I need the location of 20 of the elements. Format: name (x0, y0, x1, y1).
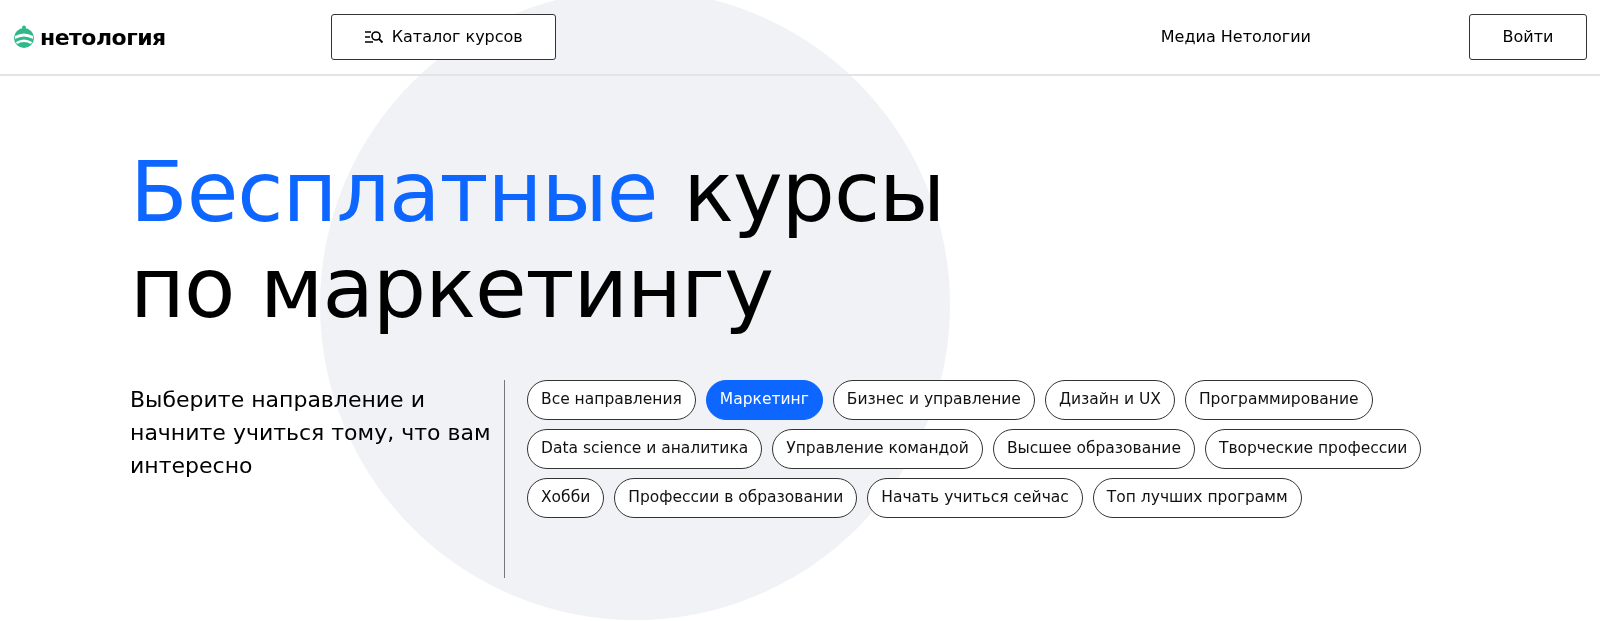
category-chip[interactable]: Бизнес и управление (832, 380, 1035, 420)
category-chip[interactable]: Data science и аналитика (527, 429, 763, 469)
category-chip[interactable]: Все направления (527, 380, 696, 420)
logo-icon (12, 25, 36, 49)
logo[interactable]: нетология (12, 20, 166, 54)
category-chip[interactable]: Начать учиться сейчас (867, 478, 1083, 518)
page-title: Бесплатные курсы по маркетингу (130, 144, 946, 336)
category-chip[interactable]: Маркетинг (705, 380, 823, 420)
login-button[interactable]: Войти (1469, 14, 1587, 60)
catalog-button[interactable]: Каталог курсов (330, 14, 556, 60)
category-chip[interactable]: Дизайн и UX (1044, 380, 1175, 420)
category-chip[interactable]: Творческие профессии (1204, 429, 1422, 469)
category-chip[interactable]: Топ лучших программ (1092, 478, 1302, 518)
category-chip[interactable]: Управление командой (772, 429, 983, 469)
category-chip[interactable]: Профессии в образовании (614, 478, 858, 518)
search-list-icon (363, 29, 384, 45)
category-chip[interactable]: Высшее образование (992, 429, 1195, 469)
category-chip[interactable]: Программирование (1184, 380, 1373, 420)
subtitle: Выберите направление и начните учиться тому, что вам интересно (130, 386, 492, 480)
media-link[interactable]: Медиа Нетологии (1160, 25, 1311, 49)
